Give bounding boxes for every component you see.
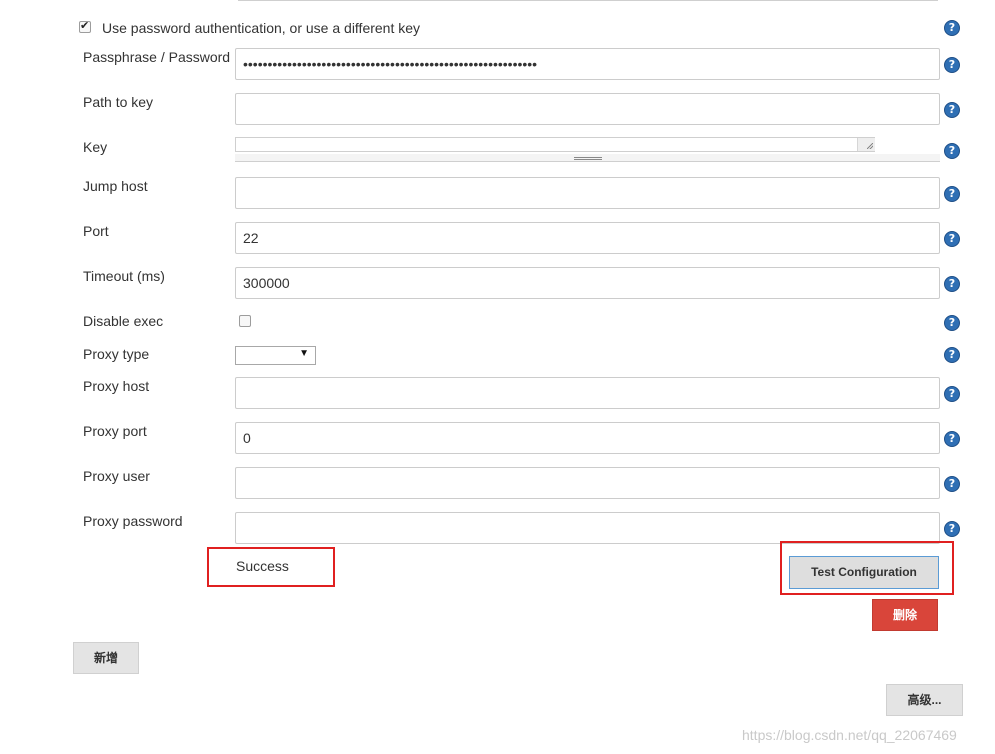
- delete-button[interactable]: 删除: [872, 599, 938, 631]
- proxy-user-label: Proxy user: [83, 468, 150, 484]
- add-button[interactable]: 新增: [73, 642, 139, 674]
- proxy-port-label: Proxy port: [83, 423, 147, 439]
- proxy-host-field[interactable]: [235, 377, 940, 409]
- drag-handle-icon[interactable]: [574, 157, 602, 160]
- proxy-password-label: Proxy password: [83, 513, 183, 529]
- port-field[interactable]: 22: [235, 222, 940, 254]
- watermark-text: https://blog.csdn.net/qq_22067469: [742, 727, 957, 743]
- chevron-down-icon: ▼: [299, 348, 309, 359]
- advanced-button[interactable]: 高级...: [886, 684, 963, 716]
- proxy-type-label: Proxy type: [83, 346, 150, 362]
- key-label: Key: [83, 139, 108, 155]
- path-to-key-label: Path to key: [83, 94, 154, 110]
- section-divider: [238, 0, 938, 1]
- disable-exec-checkbox[interactable]: [239, 315, 251, 327]
- timeout-field[interactable]: 300000: [235, 267, 940, 299]
- help-icon[interactable]: ?: [944, 186, 960, 202]
- proxy-password-field[interactable]: [235, 512, 940, 544]
- status-text: Success: [236, 558, 289, 574]
- help-icon[interactable]: ?: [944, 386, 960, 402]
- proxy-type-select[interactable]: ▼: [235, 346, 316, 365]
- help-icon[interactable]: ?: [944, 347, 960, 363]
- passphrase-field[interactable]: ••••••••••••••••••••••••••••••••••••••••…: [235, 48, 940, 80]
- use-password-label: Use password authentication, or use a di…: [102, 20, 421, 36]
- timeout-label: Timeout (ms): [83, 268, 165, 284]
- disable-exec-label: Disable exec: [83, 313, 164, 329]
- help-icon[interactable]: ?: [944, 431, 960, 447]
- test-configuration-button[interactable]: Test Configuration: [789, 556, 939, 589]
- help-icon[interactable]: ?: [944, 57, 960, 73]
- help-icon[interactable]: ?: [944, 143, 960, 159]
- help-icon[interactable]: ?: [944, 315, 960, 331]
- resize-grip-icon[interactable]: [857, 138, 875, 151]
- help-icon[interactable]: ?: [944, 20, 960, 36]
- proxy-user-field[interactable]: [235, 467, 940, 499]
- help-icon[interactable]: ?: [944, 102, 960, 118]
- help-icon[interactable]: ?: [944, 521, 960, 537]
- help-icon[interactable]: ?: [944, 476, 960, 492]
- jump-host-label: Jump host: [83, 178, 148, 194]
- help-icon[interactable]: ?: [944, 231, 960, 247]
- jump-host-field[interactable]: [235, 177, 940, 209]
- use-password-checkbox[interactable]: [79, 19, 91, 33]
- proxy-port-field[interactable]: 0: [235, 422, 940, 454]
- port-label: Port: [83, 223, 109, 239]
- passphrase-label: Passphrase / Password: [83, 49, 231, 65]
- proxy-host-label: Proxy host: [83, 378, 150, 394]
- path-to-key-field[interactable]: [235, 93, 940, 125]
- help-icon[interactable]: ?: [944, 276, 960, 292]
- key-textarea[interactable]: [235, 137, 875, 152]
